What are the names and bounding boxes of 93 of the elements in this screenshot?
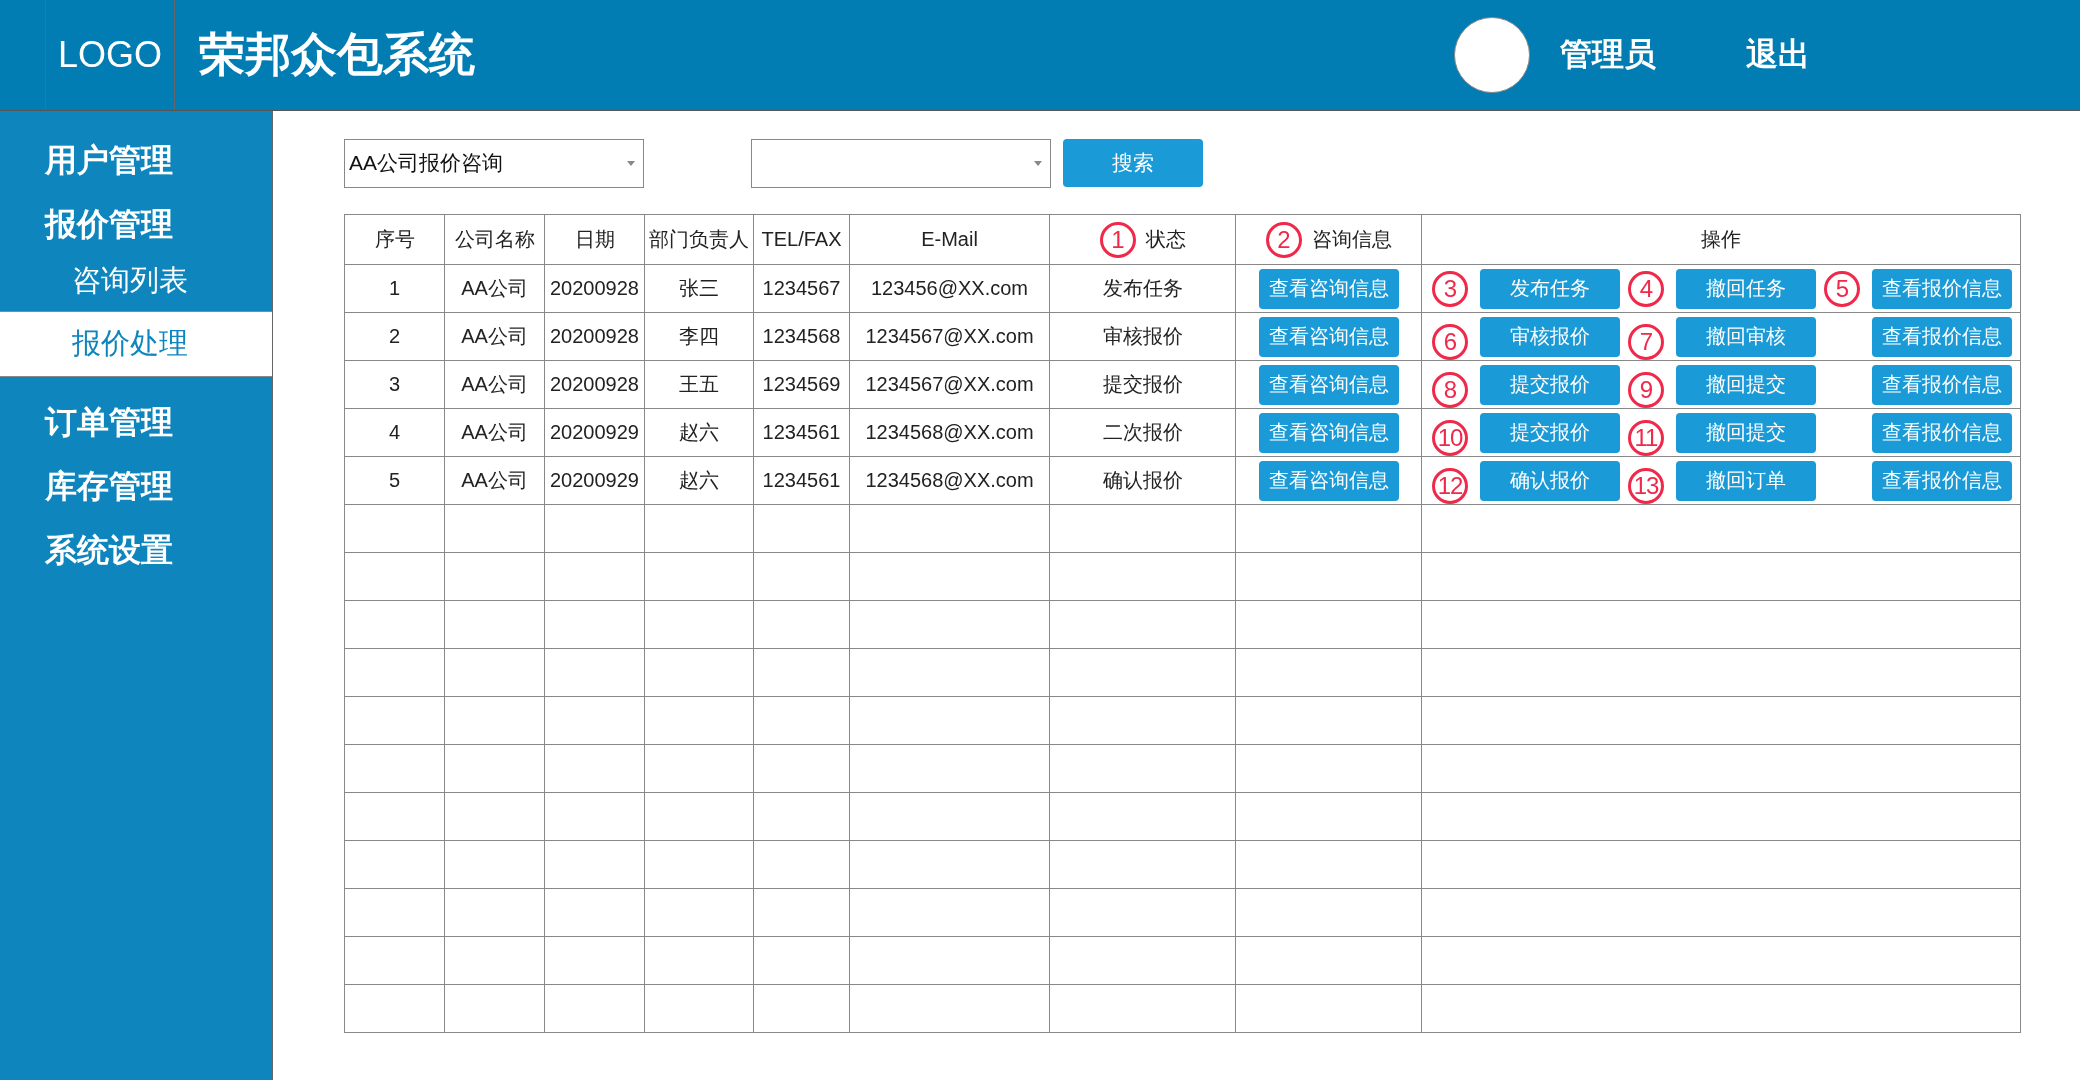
table-cell: 3 <box>388 373 401 395</box>
table-cell: 123456@XX.com <box>870 277 1029 299</box>
caret-icon <box>1034 160 1042 166</box>
action-button[interactable]: 撤回提交 <box>1676 364 1816 405</box>
view-inquiry-button[interactable]: 查看咨询信息 <box>1258 316 1399 357</box>
column-header: 部门负责人 <box>649 227 749 252</box>
table-cell: 20200928 <box>550 373 639 395</box>
table-cell: 张三 <box>679 277 719 299</box>
table-cell: 赵六 <box>679 469 719 491</box>
annotation-number: 7 <box>1628 323 1664 360</box>
annotation-number: 1 <box>1099 221 1136 258</box>
app-title: 荣邦众包系统 <box>199 27 475 82</box>
column-header: TEL/FAX <box>761 228 842 251</box>
column-header: 操作 <box>1701 227 1741 252</box>
table-cell: 20200929 <box>550 469 639 491</box>
table-cell: 20200929 <box>550 421 639 443</box>
table-cell: 5 <box>388 469 401 491</box>
annotation-number: 2 <box>1265 221 1302 258</box>
view-inquiry-button[interactable]: 查看咨询信息 <box>1258 364 1399 405</box>
table-cell: 1234568 <box>762 325 841 347</box>
table-cell: 1234561 <box>762 469 841 491</box>
action-button[interactable]: 查看报价信息 <box>1872 364 2012 405</box>
table-cell: 20200928 <box>550 325 639 347</box>
sidebar-item[interactable]: 用户管理 <box>0 129 272 193</box>
action-button[interactable]: 查看报价信息 <box>1872 412 2012 453</box>
view-inquiry-button[interactable]: 查看咨询信息 <box>1258 460 1399 501</box>
annotation-number: 5 <box>1824 270 1860 307</box>
table-cell: 发布任务 <box>1102 277 1183 299</box>
sidebar-item[interactable]: 系统设置 <box>0 519 272 583</box>
logout-link[interactable]: 退出 <box>1746 33 1810 77</box>
column-header: 序号 <box>374 227 415 252</box>
table-cell: AA公司 <box>461 469 528 491</box>
column-header: 咨询信息 <box>1311 227 1392 252</box>
caret-icon <box>627 160 635 166</box>
table-cell: AA公司 <box>461 277 528 299</box>
table-cell: 1234561 <box>762 421 841 443</box>
annotation-number: 4 <box>1628 270 1664 307</box>
action-button[interactable]: 查看报价信息 <box>1872 268 2012 309</box>
logo: LOGO <box>45 0 175 110</box>
view-inquiry-button[interactable]: 查看咨询信息 <box>1258 268 1399 309</box>
action-button[interactable]: 确认报价 <box>1480 460 1620 501</box>
table-cell: 1234568@XX.com <box>865 469 1034 491</box>
action-button[interactable]: 查看报价信息 <box>1872 316 2012 357</box>
sidebar-item[interactable]: 库存管理 <box>0 455 272 519</box>
action-button[interactable]: 撤回审核 <box>1676 316 1816 357</box>
annotation-number: 3 <box>1432 270 1468 307</box>
table-cell: AA公司 <box>461 325 528 347</box>
table-cell: 4 <box>388 421 401 443</box>
table-cell: 二次报价 <box>1102 421 1183 443</box>
table-cell: 1234567@XX.com <box>865 325 1034 347</box>
action-button[interactable]: 查看报价信息 <box>1872 460 2012 501</box>
table-cell: 2 <box>388 325 401 347</box>
action-button[interactable]: 撤回订单 <box>1676 460 1816 501</box>
annotation-number: 11 <box>1628 419 1664 456</box>
action-button[interactable]: 审核报价 <box>1480 316 1620 357</box>
sidebar-item[interactable]: 报价管理 <box>0 193 272 257</box>
user-name: 管理员 <box>1560 35 1656 74</box>
table-cell: 审核报价 <box>1102 325 1183 347</box>
annotation-number: 8 <box>1432 371 1468 408</box>
table-cell: 1234567 <box>762 277 841 299</box>
table-cell: 确认报价 <box>1102 469 1183 491</box>
column-header: 状态 <box>1145 227 1186 252</box>
sidebar-subitem[interactable]: 咨询列表 <box>0 257 272 311</box>
table-cell: 1 <box>388 277 401 299</box>
annotation-number: 6 <box>1432 323 1468 360</box>
dropdown[interactable]: AA公司报价咨询 <box>344 138 644 188</box>
action-button[interactable]: 提交报价 <box>1480 364 1620 405</box>
sidebar-item[interactable]: 订单管理 <box>0 391 272 455</box>
column-header: E-Mail <box>921 228 978 251</box>
annotation-number: 9 <box>1628 371 1664 408</box>
action-button[interactable]: 撤回提交 <box>1676 412 1816 453</box>
table-cell: 1234569 <box>762 373 841 395</box>
sidebar-subitem[interactable]: 报价处理 <box>0 311 272 377</box>
table-cell: 1234568@XX.com <box>865 421 1034 443</box>
view-inquiry-button[interactable]: 查看咨询信息 <box>1258 412 1399 453</box>
column-header: 公司名称 <box>454 227 535 252</box>
table-cell: 李四 <box>679 325 719 347</box>
annotation-number: 13 <box>1628 467 1664 504</box>
search-button[interactable]: 搜索 <box>1063 139 1203 187</box>
annotation-number: 12 <box>1432 467 1468 504</box>
table-cell: 提交报价 <box>1102 373 1183 395</box>
column-header: 日期 <box>574 227 615 252</box>
table-cell: 王五 <box>679 373 719 395</box>
table-cell: 1234567@XX.com <box>865 373 1034 395</box>
annotation-number: 10 <box>1432 419 1468 456</box>
table-cell: 20200928 <box>550 277 639 299</box>
dropdown[interactable] <box>751 138 1051 188</box>
action-button[interactable]: 提交报价 <box>1480 412 1620 453</box>
table-cell: 赵六 <box>679 421 719 443</box>
action-button[interactable]: 发布任务 <box>1480 268 1620 309</box>
action-button[interactable]: 撤回任务 <box>1676 268 1816 309</box>
table-cell: AA公司 <box>461 421 528 443</box>
table-cell: AA公司 <box>461 373 528 395</box>
